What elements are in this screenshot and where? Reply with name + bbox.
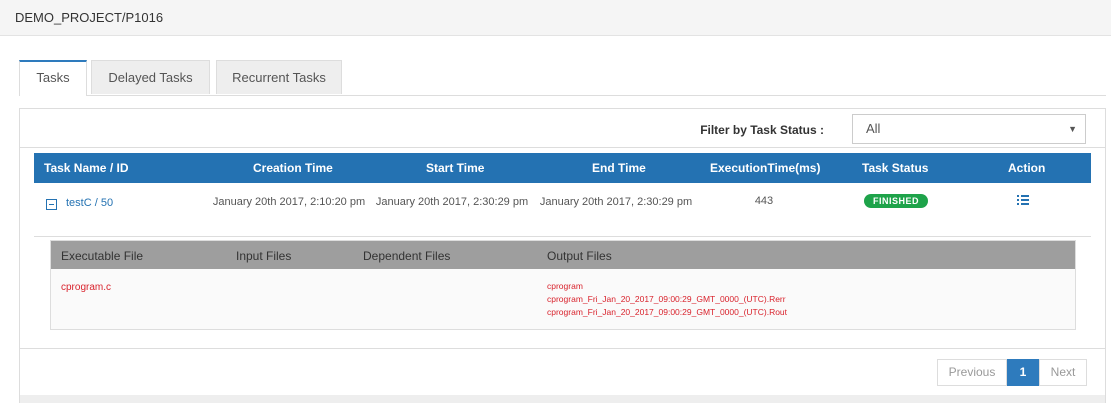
output-file-link[interactable]: cprogram [547, 280, 787, 293]
horizontal-scrollbar[interactable] [20, 395, 1105, 403]
status-badge: FINISHED [864, 194, 928, 208]
current-page-button[interactable]: 1 [1007, 359, 1039, 386]
col-action: Action [1008, 161, 1046, 175]
col-task-name: Task Name / ID [44, 161, 129, 175]
next-page-button[interactable]: Next [1039, 359, 1087, 386]
col-dependent-files: Dependent Files [363, 249, 451, 263]
caret-down-icon: ▼ [1068, 124, 1077, 134]
table-header: Task Name / ID Creation Time Start Time … [34, 153, 1091, 183]
task-status-filter-select[interactable]: All ▼ [852, 114, 1086, 144]
project-header: DEMO_PROJECT/P1016 [0, 0, 1111, 36]
col-executable-file: Executable File [61, 249, 144, 263]
col-start-time: Start Time [426, 161, 485, 175]
project-title: DEMO_PROJECT/P1016 [15, 10, 164, 25]
col-output-files: Output Files [547, 249, 612, 263]
col-input-files: Input Files [236, 249, 292, 263]
task-name-link[interactable]: testC / 50 [66, 197, 113, 209]
filter-label: Filter by Task Status : [700, 123, 824, 137]
output-file-link[interactable]: cprogram_Fri_Jan_20_2017_09:00:29_GMT_00… [547, 306, 787, 319]
task-tabs: Tasks Delayed Tasks Recurrent Tasks [19, 60, 1106, 96]
tab-recurrent-tasks[interactable]: Recurrent Tasks [216, 60, 342, 94]
start-time: January 20th 2017, 2:30:29 pm [375, 196, 529, 208]
files-header: Executable File Input Files Dependent Fi… [51, 241, 1075, 269]
tasks-panel: Filter by Task Status : All ▼ Task Name … [19, 108, 1106, 405]
end-time: January 20th 2017, 2:30:29 pm [539, 196, 693, 208]
col-execution-time: ExecutionTime(ms) [710, 161, 821, 175]
output-file-link[interactable]: cprogram_Fri_Jan_20_2017_09:00:29_GMT_00… [547, 293, 787, 306]
previous-page-button[interactable]: Previous [937, 359, 1007, 386]
table-row: testC / 50 January 20th 2017, 2:10:20 pm… [34, 183, 1091, 237]
col-task-status: Task Status [862, 161, 929, 175]
creation-time: January 20th 2017, 2:10:20 pm [212, 196, 366, 208]
tab-delayed-tasks[interactable]: Delayed Tasks [91, 60, 210, 94]
col-creation-time: Creation Time [253, 161, 333, 175]
col-end-time: End Time [592, 161, 646, 175]
filter-selected-value: All [866, 121, 881, 136]
execution-time: 443 [754, 195, 774, 207]
divider [20, 147, 1105, 148]
executable-file-link[interactable]: cprogram.c [61, 282, 111, 293]
list-icon[interactable] [1017, 195, 1029, 205]
collapse-icon[interactable] [46, 199, 57, 210]
task-files-panel: Executable File Input Files Dependent Fi… [50, 240, 1076, 330]
output-files-list: cprogram cprogram_Fri_Jan_20_2017_09:00:… [547, 280, 787, 319]
tab-tasks[interactable]: Tasks [19, 60, 87, 96]
